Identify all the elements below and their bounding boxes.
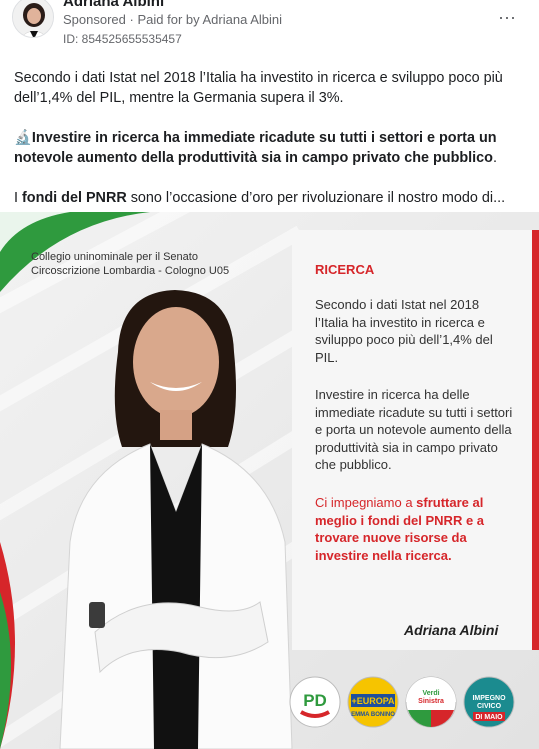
- info-card: RICERCA Secondo i dati Istat nel 2018 l’…: [292, 230, 532, 650]
- candidate-signature: Adriana Albini: [404, 622, 499, 638]
- post-paragraph-3[interactable]: I fondi del PNRR sono l’occasione d’oro …: [14, 188, 519, 208]
- college-caption: Collegio uninominale per il Senato Circo…: [31, 250, 229, 278]
- college-line-2: Circoscrizione Lombardia - Cologno U05: [31, 265, 230, 277]
- post-paragraph-1: Secondo i dati Istat nel 2018 l’Italia h…: [14, 70, 503, 106]
- card-title: RICERCA: [315, 262, 375, 277]
- svg-text:+EUROPA: +EUROPA: [351, 696, 395, 706]
- more-options-icon[interactable]: ⋯: [498, 8, 517, 29]
- post-paragraph-3-rest: sono l’occasione d’oro per rivoluzionare…: [126, 190, 506, 206]
- impegno-civico-logo: IMPEGNO CIVICO DI MAIO: [463, 676, 515, 728]
- ad-creative-image[interactable]: Collegio uninominale per il Senato Circo…: [0, 212, 539, 749]
- post-body: Secondo i dati Istat nel 2018 l’Italia h…: [14, 68, 519, 228]
- svg-text:Sinistra: Sinistra: [418, 698, 444, 705]
- pd-logo: PD: [289, 676, 341, 728]
- author-name[interactable]: Adriana Albini: [63, 0, 164, 10]
- post-paragraph-2-bold: Investire in ricerca ha immediate ricadu…: [14, 130, 497, 166]
- post-header: Adriana Albini Sponsored · Paid for by A…: [0, 0, 539, 52]
- paid-for-label[interactable]: Paid for by Adriana Albini: [137, 12, 282, 27]
- post-paragraph-2-end: .: [492, 150, 497, 166]
- card-paragraph-3: Ci impegniamo a sfruttare al meglio i fo…: [315, 494, 515, 564]
- svg-text:PD: PD: [303, 691, 327, 710]
- college-line-1: Collegio uninominale per il Senato: [31, 251, 198, 263]
- svg-text:DI MAIO: DI MAIO: [475, 714, 503, 721]
- party-logos: PD +EUROPA EMMA BONINO Verdi Sinistra IM…: [289, 676, 519, 736]
- sponsored-line: Sponsored · Paid for by Adriana Albini: [63, 12, 282, 27]
- post-paragraph-3-bold: fondi del PNRR: [22, 190, 127, 206]
- piu-europa-logo: +EUROPA EMMA BONINO: [347, 676, 399, 728]
- post-paragraph-3-start: I: [14, 190, 22, 206]
- card-paragraph-1: Secondo i dati Istat nel 2018 l’Italia h…: [315, 297, 493, 365]
- svg-text:Verdi: Verdi: [422, 690, 439, 697]
- card-paragraph-3-start: Ci impegniamo a: [315, 495, 417, 510]
- svg-text:IMPEGNO: IMPEGNO: [472, 695, 506, 702]
- svg-text:EMMA BONINO: EMMA BONINO: [351, 712, 395, 718]
- svg-text:CIVICO: CIVICO: [477, 703, 502, 710]
- avs-logo: Verdi Sinistra: [405, 676, 457, 728]
- sponsored-label: Sponsored: [63, 12, 126, 27]
- card-paragraph-2: Investire in ricerca ha delle immediate …: [315, 387, 513, 472]
- microscope-icon: 🔬: [14, 130, 32, 146]
- post-paragraph-2: 🔬Investire in ricerca ha immediate ricad…: [14, 128, 519, 168]
- author-avatar[interactable]: [12, 0, 54, 38]
- ad-id: ID: 854525655535457: [63, 32, 182, 46]
